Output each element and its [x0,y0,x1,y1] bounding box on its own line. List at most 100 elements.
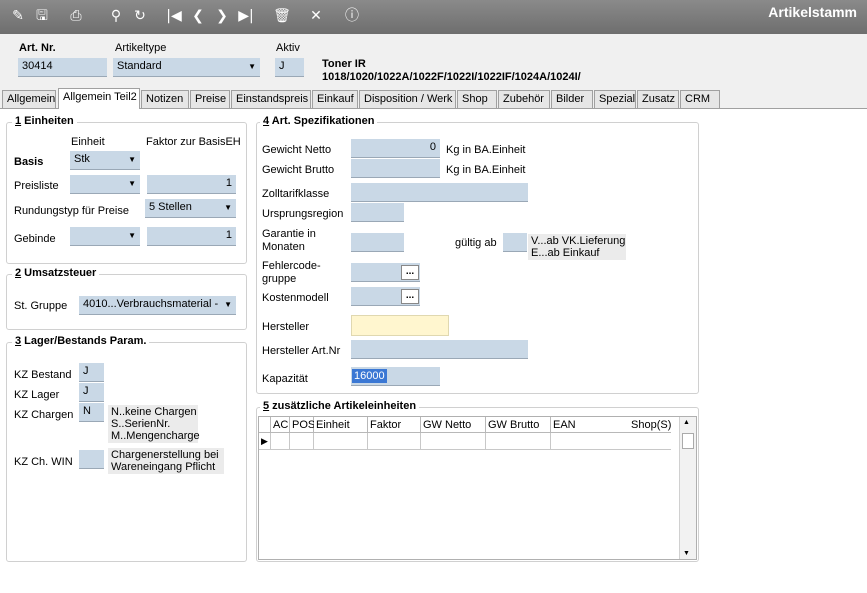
tab-zusatz[interactable]: Zusatz [637,90,679,108]
kz-chargen-hint: N..keine Chargen S..SerienNr. M..Mengenc… [108,405,200,443]
tab-einstandspreis[interactable]: Einstandspreis [231,90,311,108]
kz-ch-win-field[interactable] [79,450,104,469]
toolbar: ✎ 🖫 ⎙ ⚲ ↻ |◀ ❮ ❯ ▶| 🗑 ✕ ⓘ Artikelstamm [0,0,867,34]
garantie-field[interactable] [351,233,404,252]
tab-zubehoer[interactable]: Zubehör [498,90,550,108]
scroll-down-icon[interactable]: ▼ [683,550,690,557]
current-row-indicator-icon: ▶ [259,433,271,450]
new-row-ac-cell[interactable] [271,433,290,450]
new-row-gw-netto-cell[interactable] [421,433,486,450]
gewicht-netto-label: Gewicht Netto [262,144,332,156]
gueltig-ab-hint: V...ab VK.Lieferung E...ab Einkauf [528,234,626,260]
kostenmodell-lookup-button[interactable]: ... [401,289,419,304]
preisliste-faktor-field[interactable]: 1 [147,175,236,194]
gebinde-einheit-dropdown[interactable] [70,227,140,246]
aktiv-label: Aktiv [276,42,300,54]
preisliste-einheit-dropdown[interactable] [70,175,140,194]
scroll-thumb[interactable] [682,433,694,449]
kz-lager-label: KZ Lager [14,389,60,401]
hersteller-artnr-label: Hersteller Art.Nr [262,345,341,357]
hersteller-field[interactable] [351,315,449,336]
basis-einheit-dropdown[interactable]: Stk [70,151,140,170]
st-gruppe-dropdown[interactable]: 4010...Verbrauchsmaterial - [79,296,236,315]
gewicht-netto-field[interactable]: 0 [351,139,440,158]
kz-ch-win-hint: Chargenerstellung bei Wareneingang Pflic… [108,448,224,474]
rundungstyp-label: Rundungstyp für Preise [14,205,129,217]
fehlercode-gruppe-label: Fehlercode- gruppe [262,260,321,285]
tab-allgemein[interactable]: Allgemein [2,90,56,108]
aktiv-field[interactable]: J [275,58,304,77]
save-icon[interactable]: 🖫 [32,6,52,26]
refresh-icon[interactable]: ↻ [130,6,150,26]
tab-disposition-werk[interactable]: Disposition / Werk [359,90,456,108]
search-icon[interactable]: ⚲ [106,6,126,26]
tab-notizen[interactable]: Notizen [141,90,189,108]
ursprungsregion-field[interactable] [351,203,404,222]
close-icon[interactable]: ✕ [306,6,326,26]
tab-bilder[interactable]: Bilder [551,90,593,108]
new-row-einheit-cell[interactable] [314,433,368,450]
col-einheit-header[interactable]: Einheit [314,417,368,433]
spezifikationen-title: 4 Art. Spezifikationen [260,115,378,127]
new-row-ean-cell[interactable] [551,433,629,450]
article-description-line2: 1018/1020/1022A/1022F/1022I/1022IF/1024A… [322,71,581,83]
einheiten-title: 1 Einheiten [12,115,77,127]
scroll-up-icon[interactable]: ▲ [683,419,690,426]
grid-scrollbar[interactable]: ▲ ▼ [679,417,696,559]
zusatz-einheiten-title: 5 zusätzliche Artikeleinheiten [260,400,420,412]
col-gw-netto-header[interactable]: GW Netto [421,417,486,433]
art-nr-field[interactable]: 30414 [18,58,107,77]
article-description-line1: Toner IR [322,58,366,70]
col-ac-header[interactable]: AC [271,417,290,433]
tab-allgemein-teil2[interactable]: Allgemein Teil2 [58,88,140,109]
tab-shop[interactable]: Shop [457,90,497,108]
st-gruppe-label: St. Gruppe [14,300,68,312]
tab-spezial[interactable]: Spezial [594,90,636,108]
kz-chargen-field[interactable]: N [79,403,104,422]
kapazitaet-selected-text: 16000 [352,369,387,383]
row-indicator-header [259,417,271,433]
delete-icon[interactable]: 🗑 [272,6,292,26]
hersteller-label: Hersteller [262,321,310,333]
fehlercode-lookup-button[interactable]: ... [401,265,419,280]
gueltig-ab-label: gültig ab [455,237,497,249]
first-record-icon[interactable]: |◀ [164,6,184,26]
next-record-icon[interactable]: ❯ [212,6,232,26]
artikeltype-dropdown[interactable]: Standard [113,58,260,77]
print-icon[interactable]: ⎙ [66,6,86,26]
hersteller-artnr-field[interactable] [351,340,528,359]
kz-chargen-label: KZ Chargen [14,409,74,421]
col-ean-header[interactable]: EAN [551,417,629,433]
tab-einkauf[interactable]: Einkauf [312,90,358,108]
last-record-icon[interactable]: ▶| [236,6,256,26]
info-icon[interactable]: ⓘ [342,6,362,26]
col-faktor-header[interactable]: Faktor [368,417,421,433]
ursprungsregion-label: Ursprungsregion [262,208,344,220]
zusatz-einheiten-grid[interactable]: AC POS Einheit Faktor GW Netto GW Brutto… [258,416,697,560]
prev-record-icon[interactable]: ❮ [188,6,208,26]
edit-icon[interactable]: ✎ [8,6,28,26]
kapazitaet-field[interactable]: 16000 [351,367,440,386]
gueltig-ab-field[interactable] [503,233,527,252]
zolltarifklasse-field[interactable] [351,183,528,202]
col-pos-header[interactable]: POS [290,417,315,433]
faktor-column-label: Faktor zur BasisEH [146,136,241,148]
gebinde-faktor-field[interactable]: 1 [147,227,236,246]
kostenmodell-label: Kostenmodell [262,292,329,304]
rundungstyp-dropdown[interactable]: 5 Stellen [145,199,236,218]
tab-crm[interactable]: CRM [680,90,720,108]
new-row-faktor-cell[interactable] [368,433,421,450]
basis-label: Basis [14,156,44,168]
col-shop-header[interactable]: Shop(S) [629,417,671,433]
new-row-pos-cell[interactable] [290,433,314,450]
new-row-gw-brutto-cell[interactable] [486,433,551,450]
col-gw-brutto-header[interactable]: GW Brutto [486,417,551,433]
kz-lager-field[interactable]: J [79,383,104,402]
gewicht-netto-unit: Kg in BA.Einheit [446,144,526,156]
new-row-shop-cell[interactable] [629,433,671,450]
gewicht-brutto-field[interactable] [351,159,440,178]
art-nr-label: Art. Nr. [19,42,56,54]
tab-preise[interactable]: Preise [190,90,230,108]
kapazitaet-label: Kapazität [262,373,308,385]
kz-bestand-field[interactable]: J [79,363,104,382]
